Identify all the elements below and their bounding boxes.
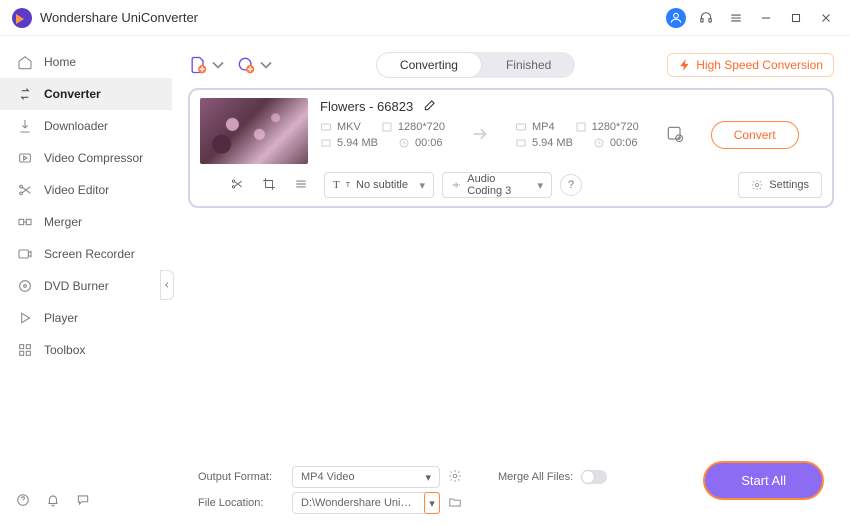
titlebar: Wondershare UniConverter bbox=[0, 0, 850, 36]
sidebar-item-label: Merger bbox=[44, 215, 82, 229]
gear-icon[interactable] bbox=[448, 469, 462, 486]
tab-segment: Converting Finished bbox=[376, 52, 575, 78]
disc-icon bbox=[16, 278, 34, 294]
audio-dropdown[interactable]: Audio Coding 3 ▾ bbox=[442, 172, 552, 198]
file-name: Flowers - 66823 bbox=[320, 99, 413, 114]
tab-finished[interactable]: Finished bbox=[482, 52, 575, 78]
open-folder-icon[interactable] bbox=[448, 495, 462, 512]
sidebar-item-label: Toolbox bbox=[44, 343, 85, 357]
sidebar-item-downloader[interactable]: Downloader bbox=[0, 110, 172, 142]
video-thumbnail[interactable] bbox=[200, 98, 308, 164]
sidebar-item-label: Video Compressor bbox=[44, 151, 143, 165]
sidebar-item-dvd[interactable]: DVD Burner bbox=[0, 270, 172, 302]
target-meta: MP4 1280*720 5.94 MB 00:06 bbox=[515, 121, 639, 149]
output-format-dropdown[interactable]: MP4 Video▾ bbox=[292, 466, 440, 488]
minimize-button[interactable] bbox=[754, 6, 778, 30]
download-icon bbox=[16, 118, 34, 134]
sidebar-item-label: Player bbox=[44, 311, 78, 325]
chevron-down-icon[interactable]: ▾ bbox=[424, 492, 440, 514]
play-icon bbox=[16, 310, 34, 326]
add-file-button[interactable] bbox=[188, 55, 228, 75]
sidebar-item-label: Home bbox=[44, 55, 76, 69]
more-icon[interactable] bbox=[294, 177, 308, 194]
help-tip-icon[interactable]: ? bbox=[560, 174, 582, 196]
merger-icon bbox=[16, 214, 34, 230]
file-card: Flowers - 66823 MKV 1280*720 5.94 MB bbox=[188, 88, 834, 208]
sidebar-item-compressor[interactable]: Video Compressor bbox=[0, 142, 172, 174]
convert-button[interactable]: Convert bbox=[711, 121, 799, 149]
merge-toggle[interactable] bbox=[581, 470, 607, 484]
sidebar-item-label: Converter bbox=[44, 87, 101, 101]
start-all-button[interactable]: Start All bbox=[703, 461, 824, 500]
topbar: Converting Finished High Speed Conversio… bbox=[184, 46, 838, 88]
add-folder-button[interactable] bbox=[236, 55, 276, 75]
maximize-button[interactable] bbox=[784, 6, 808, 30]
app-title: Wondershare UniConverter bbox=[40, 10, 198, 25]
sidebar-item-label: Screen Recorder bbox=[44, 247, 135, 261]
account-avatar[interactable] bbox=[664, 6, 688, 30]
sidebar-item-home[interactable]: Home bbox=[0, 46, 172, 78]
bottom-bar: Output Format: MP4 Video▾ Merge All File… bbox=[184, 464, 838, 516]
output-format-label: Output Format: bbox=[198, 471, 284, 483]
bell-icon[interactable] bbox=[46, 493, 60, 510]
rename-icon[interactable] bbox=[423, 98, 437, 115]
item-settings-button[interactable]: Settings bbox=[738, 172, 822, 198]
sidebar-item-label: Downloader bbox=[44, 119, 108, 133]
high-speed-conversion-button[interactable]: High Speed Conversion bbox=[667, 53, 834, 77]
crop-icon[interactable] bbox=[262, 177, 276, 194]
sidebar-item-toolbox[interactable]: Toolbox bbox=[0, 334, 172, 366]
menu-icon[interactable] bbox=[724, 6, 748, 30]
sidebar-item-recorder[interactable]: Screen Recorder bbox=[0, 238, 172, 270]
sidebar-bottom bbox=[16, 493, 90, 510]
converter-icon bbox=[16, 86, 34, 102]
app-logo bbox=[12, 8, 32, 28]
home-icon bbox=[16, 54, 34, 70]
scissors-icon bbox=[16, 182, 34, 198]
sidebar-item-converter[interactable]: Converter bbox=[0, 78, 172, 110]
sidebar-item-merger[interactable]: Merger bbox=[0, 206, 172, 238]
grid-icon bbox=[16, 342, 34, 358]
sidebar-item-label: DVD Burner bbox=[44, 279, 109, 293]
sidebar-item-label: Video Editor bbox=[44, 183, 109, 197]
close-button[interactable] bbox=[814, 6, 838, 30]
file-location-dropdown[interactable]: D:\Wondershare UniConverter ▾ bbox=[292, 492, 440, 514]
file-location-label: File Location: bbox=[198, 497, 284, 509]
subtitle-dropdown[interactable]: TT No subtitle ▾ bbox=[324, 172, 434, 198]
help-icon[interactable] bbox=[16, 493, 30, 510]
recorder-icon bbox=[16, 246, 34, 262]
sidebar-item-editor[interactable]: Video Editor bbox=[0, 174, 172, 206]
sidebar-item-player[interactable]: Player bbox=[0, 302, 172, 334]
headset-icon[interactable] bbox=[694, 6, 718, 30]
feedback-icon[interactable] bbox=[76, 493, 90, 510]
sidebar: Home Converter Downloader Video Compress… bbox=[0, 36, 172, 526]
arrow-right-icon bbox=[469, 123, 491, 148]
source-meta: MKV 1280*720 5.94 MB 00:06 bbox=[320, 121, 445, 149]
trim-icon[interactable] bbox=[230, 177, 244, 194]
output-settings-icon[interactable] bbox=[665, 124, 685, 147]
compressor-icon bbox=[16, 150, 34, 166]
merge-label: Merge All Files: bbox=[498, 471, 573, 483]
tab-converting[interactable]: Converting bbox=[376, 52, 482, 78]
